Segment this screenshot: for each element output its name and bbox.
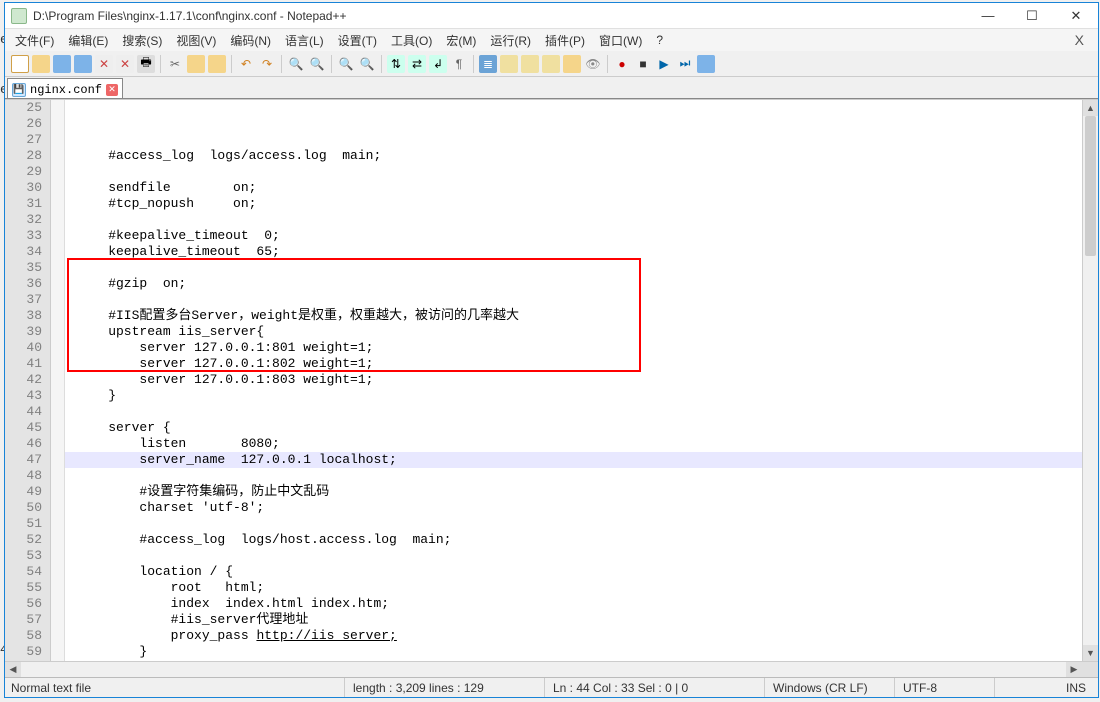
paste-icon[interactable] (208, 55, 226, 73)
copy-icon[interactable] (187, 55, 205, 73)
menu-encoding[interactable]: 编码(N) (224, 30, 277, 51)
close-all-icon[interactable]: ✕ (116, 55, 134, 73)
toolbar-sep (607, 55, 608, 73)
menu-window[interactable]: 窗口(W) (593, 30, 648, 51)
open-file-icon[interactable] (32, 55, 50, 73)
allchars-icon[interactable]: ¶ (450, 55, 468, 73)
menu-language[interactable]: 语言(L) (279, 30, 330, 51)
print-icon[interactable]: 🖶 (137, 55, 155, 73)
titlebar[interactable]: D:\Program Files\nginx-1.17.1\conf\nginx… (5, 3, 1098, 29)
toolbar-sep (473, 55, 474, 73)
maximize-button[interactable]: ☐ (1010, 3, 1054, 29)
scroll-left-icon[interactable]: ◀ (5, 662, 21, 677)
app-icon (11, 8, 27, 24)
horizontal-scrollbar[interactable]: ◀ ▶ (5, 661, 1098, 677)
undo-icon[interactable]: ↶ (237, 55, 255, 73)
monitor-icon[interactable]: 👁 (584, 55, 602, 73)
status-position: Ln : 44 Col : 33 Sel : 0 | 0 (545, 678, 765, 697)
menu-run[interactable]: 运行(R) (484, 30, 537, 51)
status-insert-mode[interactable]: INS (995, 678, 1098, 697)
userlang-icon[interactable] (500, 55, 518, 73)
menu-view[interactable]: 视图(V) (170, 30, 222, 51)
toolbar: ✕ ✕ 🖶 ✂ ↶ ↷ 🔍 🔍 🔍 🔍 ⇅ ⇄ ↲ ¶ ≣ 👁 ● ■ ▶ ⏭ (5, 51, 1098, 77)
status-encoding[interactable]: UTF-8 (895, 678, 995, 697)
menu-x[interactable]: X (1065, 32, 1094, 48)
replace-icon[interactable]: 🔍 (308, 55, 326, 73)
func-list-icon[interactable] (542, 55, 560, 73)
menu-file[interactable]: 文件(F) (9, 30, 60, 51)
status-length: length : 3,209 lines : 129 (345, 678, 545, 697)
scroll-down-icon[interactable]: ▼ (1083, 645, 1098, 661)
menu-search[interactable]: 搜索(S) (116, 30, 168, 51)
hscroll-track[interactable] (21, 662, 1066, 677)
toolbar-sep (281, 55, 282, 73)
zoom-in-icon[interactable]: 🔍 (337, 55, 355, 73)
statusbar: Normal text file length : 3,209 lines : … (5, 677, 1098, 697)
file-tab[interactable]: 💾 nginx.conf ✕ (7, 78, 123, 98)
doc-map-icon[interactable] (521, 55, 539, 73)
menu-settings[interactable]: 设置(T) (332, 30, 383, 51)
window-title: D:\Program Files\nginx-1.17.1\conf\nginx… (33, 9, 966, 23)
vertical-scrollbar[interactable]: ▲ ▼ (1082, 100, 1098, 661)
close-button[interactable]: ✕ (1054, 3, 1098, 29)
play-multi-icon[interactable]: ⏭ (676, 55, 694, 73)
menu-edit[interactable]: 编辑(E) (62, 30, 114, 51)
save-icon[interactable] (53, 55, 71, 73)
scroll-up-icon[interactable]: ▲ (1083, 100, 1098, 116)
sync-v-icon[interactable]: ⇅ (387, 55, 405, 73)
wrap-icon[interactable]: ↲ (429, 55, 447, 73)
toolbar-sep (231, 55, 232, 73)
zoom-out-icon[interactable]: 🔍 (358, 55, 376, 73)
cut-icon[interactable]: ✂ (166, 55, 184, 73)
save-all-icon[interactable] (74, 55, 92, 73)
close-file-icon[interactable]: ✕ (95, 55, 113, 73)
folder-icon[interactable] (563, 55, 581, 73)
indent-guide-icon[interactable]: ≣ (479, 55, 497, 73)
stop-macro-icon[interactable]: ■ (634, 55, 652, 73)
code-area[interactable]: #access_log logs/access.log main; sendfi… (65, 100, 1082, 661)
scroll-right-icon[interactable]: ▶ (1066, 662, 1082, 677)
app-window: D:\Program Files\nginx-1.17.1\conf\nginx… (4, 2, 1099, 698)
find-icon[interactable]: 🔍 (287, 55, 305, 73)
file-tab-icon: 💾 (12, 83, 26, 97)
toolbar-sep (381, 55, 382, 73)
menu-help[interactable]: ? (650, 31, 669, 49)
scroll-thumb[interactable] (1085, 116, 1096, 256)
toolbar-sep (331, 55, 332, 73)
scroll-corner (1082, 662, 1098, 677)
fold-margin[interactable] (51, 100, 65, 661)
toolbar-sep (160, 55, 161, 73)
save-macro-icon[interactable] (697, 55, 715, 73)
status-eol[interactable]: Windows (CR LF) (765, 678, 895, 697)
file-tab-label: nginx.conf (30, 83, 102, 97)
record-macro-icon[interactable]: ● (613, 55, 631, 73)
redo-icon[interactable]: ↷ (258, 55, 276, 73)
file-tab-close-icon[interactable]: ✕ (106, 84, 118, 96)
sync-h-icon[interactable]: ⇄ (408, 55, 426, 73)
play-macro-icon[interactable]: ▶ (655, 55, 673, 73)
line-number-gutter: 2526272829303132333435363738394041424344… (5, 100, 51, 661)
editor: 2526272829303132333435363738394041424344… (5, 99, 1098, 661)
status-filetype: Normal text file (5, 678, 345, 697)
menu-macro[interactable]: 宏(M) (440, 30, 482, 51)
tabbar: 💾 nginx.conf ✕ (5, 77, 1098, 99)
new-file-icon[interactable] (11, 55, 29, 73)
menu-plugins[interactable]: 插件(P) (539, 30, 591, 51)
minimize-button[interactable]: — (966, 3, 1010, 29)
menu-tools[interactable]: 工具(O) (385, 30, 438, 51)
menubar: 文件(F) 编辑(E) 搜索(S) 视图(V) 编码(N) 语言(L) 设置(T… (5, 29, 1098, 51)
